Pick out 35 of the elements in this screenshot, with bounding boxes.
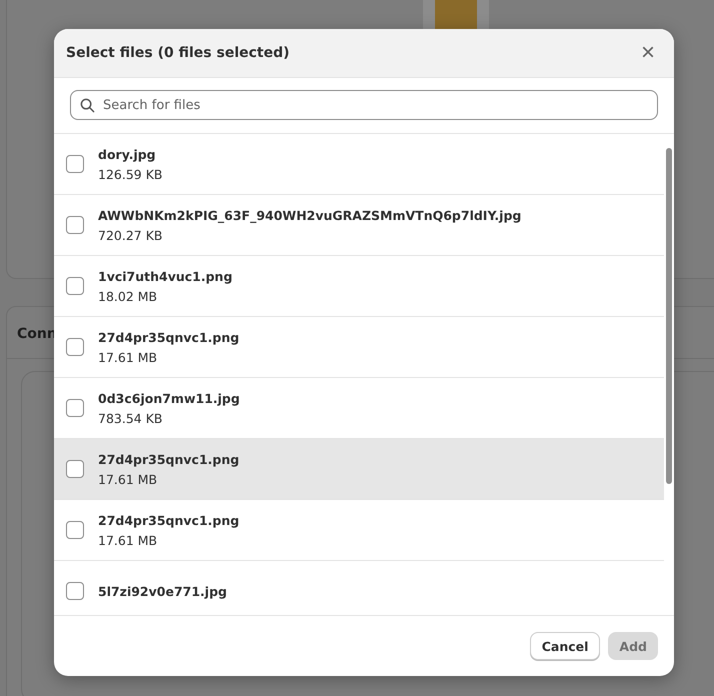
search-icon <box>80 98 95 113</box>
file-name: dory.jpg <box>98 146 157 162</box>
checkbox[interactable] <box>66 460 84 478</box>
file-size: 18.02 MB <box>98 288 158 304</box>
checkbox[interactable] <box>66 338 84 356</box>
file-size: 720.27 KB <box>98 228 164 242</box>
checkbox[interactable] <box>66 277 84 295</box>
file-size: 17.61 MB <box>98 350 158 364</box>
file-row[interactable]: 27d4pr35qnvc1.png 17.61 MB <box>54 500 664 561</box>
file-name: 27d4pr35qnvc1.png <box>98 512 240 528</box>
checkbox[interactable] <box>66 521 84 539</box>
checkbox[interactable] <box>66 399 84 417</box>
search-field[interactable]: Search for files <box>70 90 658 120</box>
checkbox[interactable] <box>66 216 84 234</box>
dialog-title: Select files (0 files selected) <box>66 45 290 61</box>
file-name: 1vci7uth4vuc1.png <box>98 268 232 284</box>
file-name: 0d3c6jon7mw11.jpg <box>98 390 240 406</box>
file-name: AWWbNKm2kPIG_63F_940WH2vuGRAZSMmVTnQ6p7ldIY.jpg <box>98 208 522 222</box>
file-size: 783.54 KB <box>98 410 164 426</box>
file-row[interactable]: 27d4pr35qnvc1.png 17.61 MB <box>54 439 664 500</box>
file-row[interactable]: AWWbNKm2kPIG_63F_940WH2vuGRAZSMmVTnQ6p7ldIY.jpg 720.27 KB <box>54 195 664 256</box>
file-row[interactable]: dory.jpg 126.59 KB <box>54 134 664 195</box>
checkbox[interactable] <box>66 582 84 600</box>
file-name: 5l7zi92v0e771.jpg <box>98 584 227 598</box>
cancel-button[interactable]: Cancel <box>530 632 600 660</box>
checkbox[interactable] <box>66 155 84 173</box>
close-button[interactable]: × <box>634 39 662 67</box>
file-size: 17.61 MB <box>98 472 158 486</box>
file-size: 126.59 KB <box>98 166 162 182</box>
file-name: 27d4pr35qnvc1.png <box>98 330 240 344</box>
file-size: 17.61 MB <box>98 532 158 548</box>
file-row[interactable]: 1vci7uth4vuc1.png 18.02 MB <box>54 256 664 317</box>
file-name: 27d4pr35qnvc1.png <box>98 452 240 466</box>
file-row[interactable]: 5l7zi92v0e771.jpg <box>54 561 664 615</box>
file-row[interactable]: 27d4pr35qnvc1.png 17.61 MB <box>54 317 664 378</box>
